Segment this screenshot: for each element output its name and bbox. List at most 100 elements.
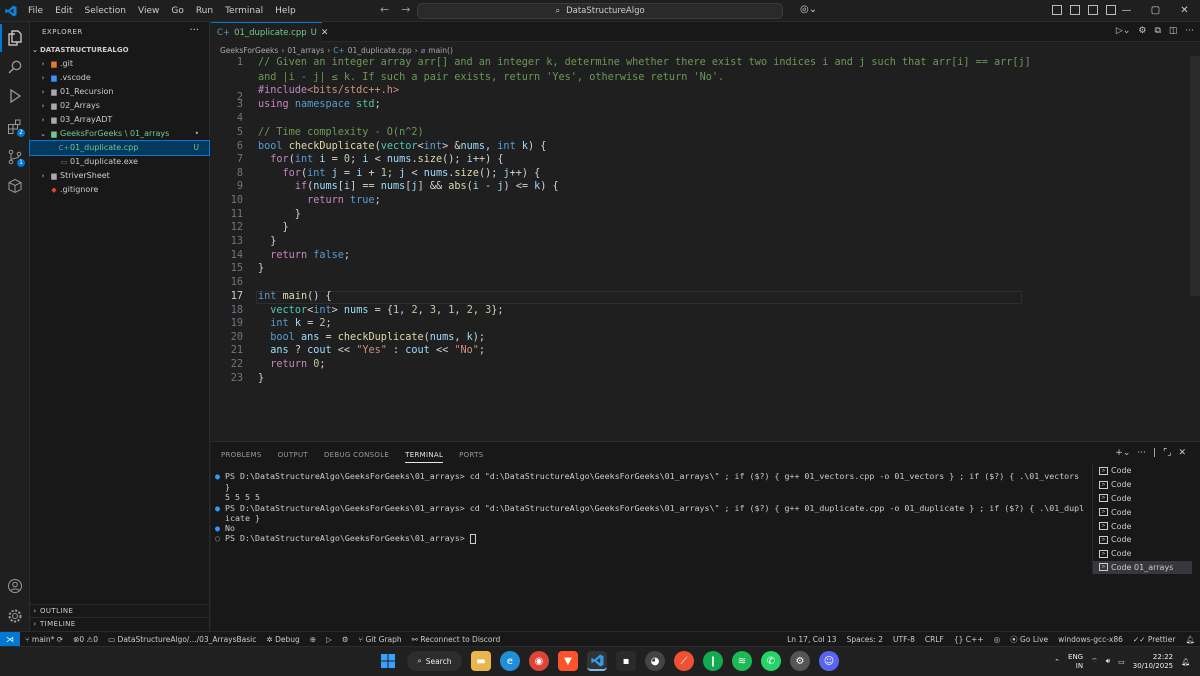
- manage-gear-icon[interactable]: [0, 602, 30, 630]
- remote-indicator-icon[interactable]: ⋊: [0, 631, 20, 647]
- minimize-icon[interactable]: —: [1112, 0, 1141, 22]
- discord-app-icon[interactable]: ☺: [819, 651, 839, 671]
- tree-item-duplicate-exe[interactable]: ▭ 01_duplicate.exe: [30, 155, 209, 169]
- file-explorer-icon[interactable]: ▬: [471, 651, 491, 671]
- language-indicator[interactable]: ENG IN: [1068, 653, 1083, 671]
- menu-help[interactable]: Help: [269, 0, 302, 22]
- layout-customize-icon[interactable]: [1052, 5, 1062, 15]
- tree-item-strivesheet[interactable]: › ▆ StriverSheet: [30, 169, 209, 183]
- terminal-instance[interactable]: > Code: [1093, 533, 1192, 547]
- tab-terminal[interactable]: TERMINAL: [405, 451, 444, 463]
- tab-debug-console[interactable]: DEBUG CONSOLE: [324, 451, 389, 463]
- command-center-search[interactable]: ⌕ DataStructureAlgo: [417, 3, 783, 19]
- git-branch[interactable]: ⑂ main* ⟳: [20, 635, 68, 644]
- tree-item-arrayadt[interactable]: › ▆ 03_ArrayADT: [30, 113, 209, 127]
- outline-section[interactable]: › OUTLINE: [30, 604, 209, 617]
- git-graph-button[interactable]: ⑂ Git Graph: [354, 635, 407, 644]
- menu-view[interactable]: View: [132, 0, 165, 22]
- volume-icon[interactable]: 🔊︎: [1106, 657, 1110, 666]
- cursor-position[interactable]: Ln 17, Col 13: [782, 635, 841, 644]
- tree-item-recursion[interactable]: › ▆ 01_Recursion: [30, 85, 209, 99]
- battery-icon[interactable]: ▭: [1118, 658, 1125, 666]
- menu-edit[interactable]: Edit: [49, 0, 78, 22]
- tab-output[interactable]: OUTPUT: [278, 451, 308, 463]
- breadcrumb-item[interactable]: GeeksForGeeks: [220, 46, 278, 55]
- spotify-icon[interactable]: ≋: [732, 651, 752, 671]
- tree-item-arrays[interactable]: › ▆ 02_Arrays: [30, 99, 209, 113]
- copilot-status-icon[interactable]: ◎: [989, 635, 1006, 644]
- compare-icon[interactable]: ⧉: [1154, 26, 1160, 36]
- more-actions-icon[interactable]: ···: [189, 25, 199, 36]
- wifi-icon[interactable]: ⌔: [1091, 657, 1098, 666]
- terminal-instance[interactable]: > Code: [1093, 505, 1192, 519]
- tab-duplicate-cpp[interactable]: C+ 01_duplicate.cpp U ✕: [211, 22, 328, 42]
- mongodb-compass-icon[interactable]: ❙: [703, 651, 723, 671]
- run-debug-icon[interactable]: [0, 82, 30, 110]
- github-desktop-icon[interactable]: ◕: [645, 651, 665, 671]
- menu-go[interactable]: Go: [165, 0, 189, 22]
- terminal-instance[interactable]: > Code: [1093, 492, 1192, 506]
- debug-button[interactable]: ✲ Debug: [261, 635, 304, 644]
- explorer-icon[interactable]: [0, 24, 30, 52]
- terminal-instance-active[interactable]: > Code 01_arrays: [1093, 560, 1192, 575]
- tree-item-vscode[interactable]: › ▆ .vscode: [30, 71, 209, 85]
- timeline-section[interactable]: › TIMELINE: [30, 617, 209, 630]
- editor-scrollbar[interactable]: [1190, 56, 1200, 296]
- copilot-icon[interactable]: ◎⌄: [800, 4, 817, 15]
- discord-button[interactable]: ⚯ Reconnect to Discord: [407, 635, 506, 644]
- menu-terminal[interactable]: Terminal: [219, 0, 269, 22]
- indentation[interactable]: Spaces: 2: [842, 635, 888, 644]
- compiler-config[interactable]: windows-gcc-x86: [1053, 635, 1128, 644]
- breadcrumb-item[interactable]: main(): [428, 46, 453, 55]
- menu-selection[interactable]: Selection: [79, 0, 132, 22]
- vscode-taskbar-icon[interactable]: [587, 651, 607, 671]
- end-of-line[interactable]: CRLF: [920, 635, 949, 644]
- search-activity-icon[interactable]: [0, 53, 30, 81]
- close-panel-icon[interactable]: ✕: [1178, 448, 1186, 458]
- breadcrumb-item[interactable]: 01_arrays: [287, 46, 324, 55]
- remote-explorer-icon[interactable]: [0, 172, 30, 200]
- terminal-instance[interactable]: > Code: [1093, 519, 1192, 533]
- tab-ports[interactable]: PORTS: [459, 451, 483, 463]
- go-live-button[interactable]: ⦿ Go Live: [1005, 634, 1053, 645]
- source-control-icon[interactable]: 1: [0, 143, 30, 171]
- run-code-icon[interactable]: ▷⌄: [1116, 26, 1130, 36]
- account-icon[interactable]: [0, 572, 30, 600]
- settings-icon[interactable]: ⚙: [1138, 26, 1146, 36]
- clock[interactable]: 22:22 30/10/2025: [1133, 653, 1173, 671]
- extensions-icon[interactable]: 2: [0, 113, 30, 141]
- breadcrumb-item[interactable]: 01_duplicate.cpp: [348, 46, 412, 55]
- tree-item-gitignore[interactable]: ◆ .gitignore: [30, 183, 209, 197]
- notifications-bell-icon[interactable]: 🔔︎: [1180, 635, 1200, 644]
- windows-start-icon[interactable]: [378, 651, 398, 671]
- postman-icon[interactable]: ⟋: [674, 651, 694, 671]
- settings-app-icon[interactable]: ⚙: [790, 651, 810, 671]
- menu-file[interactable]: File: [22, 0, 49, 22]
- workspace-root[interactable]: ⌄ DATASTRUCTUREALGO: [30, 43, 209, 57]
- chrome-icon[interactable]: ◉: [529, 651, 549, 671]
- code-editor[interactable]: 1 2 3 4 5 6 7 8 9 10 11 12 13 14 15 16 1…: [211, 56, 1190, 441]
- whatsapp-icon[interactable]: ✆: [761, 651, 781, 671]
- run-icon[interactable]: ▷: [321, 635, 337, 644]
- taskbar-search[interactable]: ⌕ Search: [407, 651, 462, 671]
- tray-overflow-icon[interactable]: ⌃: [1054, 658, 1060, 666]
- close-window-icon[interactable]: ✕: [1170, 0, 1199, 22]
- maximize-icon[interactable]: ▢: [1141, 0, 1170, 22]
- language-mode[interactable]: {} C++: [949, 635, 989, 644]
- new-terminal-icon[interactable]: +⌄: [1115, 448, 1130, 458]
- workspace-path[interactable]: ▭ DataStructureAlgo/.../03_ArraysBasic: [103, 635, 261, 644]
- split-editor-icon[interactable]: ◫: [1169, 26, 1178, 36]
- tab-problems[interactable]: PROBLEMS: [221, 451, 262, 463]
- more-actions-icon[interactable]: ···: [1185, 26, 1194, 36]
- brave-icon[interactable]: ▼: [558, 651, 578, 671]
- terminal-instance[interactable]: > Code: [1093, 464, 1192, 478]
- toggle-sidebar-icon[interactable]: [1070, 5, 1080, 15]
- notification-center-icon[interactable]: 🔔︎: [1181, 658, 1190, 666]
- tree-item-duplicate-cpp[interactable]: C+ 01_duplicate.cpp U: [29, 140, 210, 156]
- tree-item-geeksforgeeks[interactable]: ⌄ ▆ GeeksForGeeks \ 01_arrays •: [30, 127, 209, 141]
- back-arrow-icon[interactable]: ←: [380, 3, 389, 16]
- terminal-instance[interactable]: > Code: [1093, 478, 1192, 492]
- more-actions-icon[interactable]: ···: [1137, 448, 1146, 458]
- target-icon[interactable]: ⊕: [305, 635, 321, 644]
- prettier-button[interactable]: ✓✓ Prettier: [1128, 635, 1181, 644]
